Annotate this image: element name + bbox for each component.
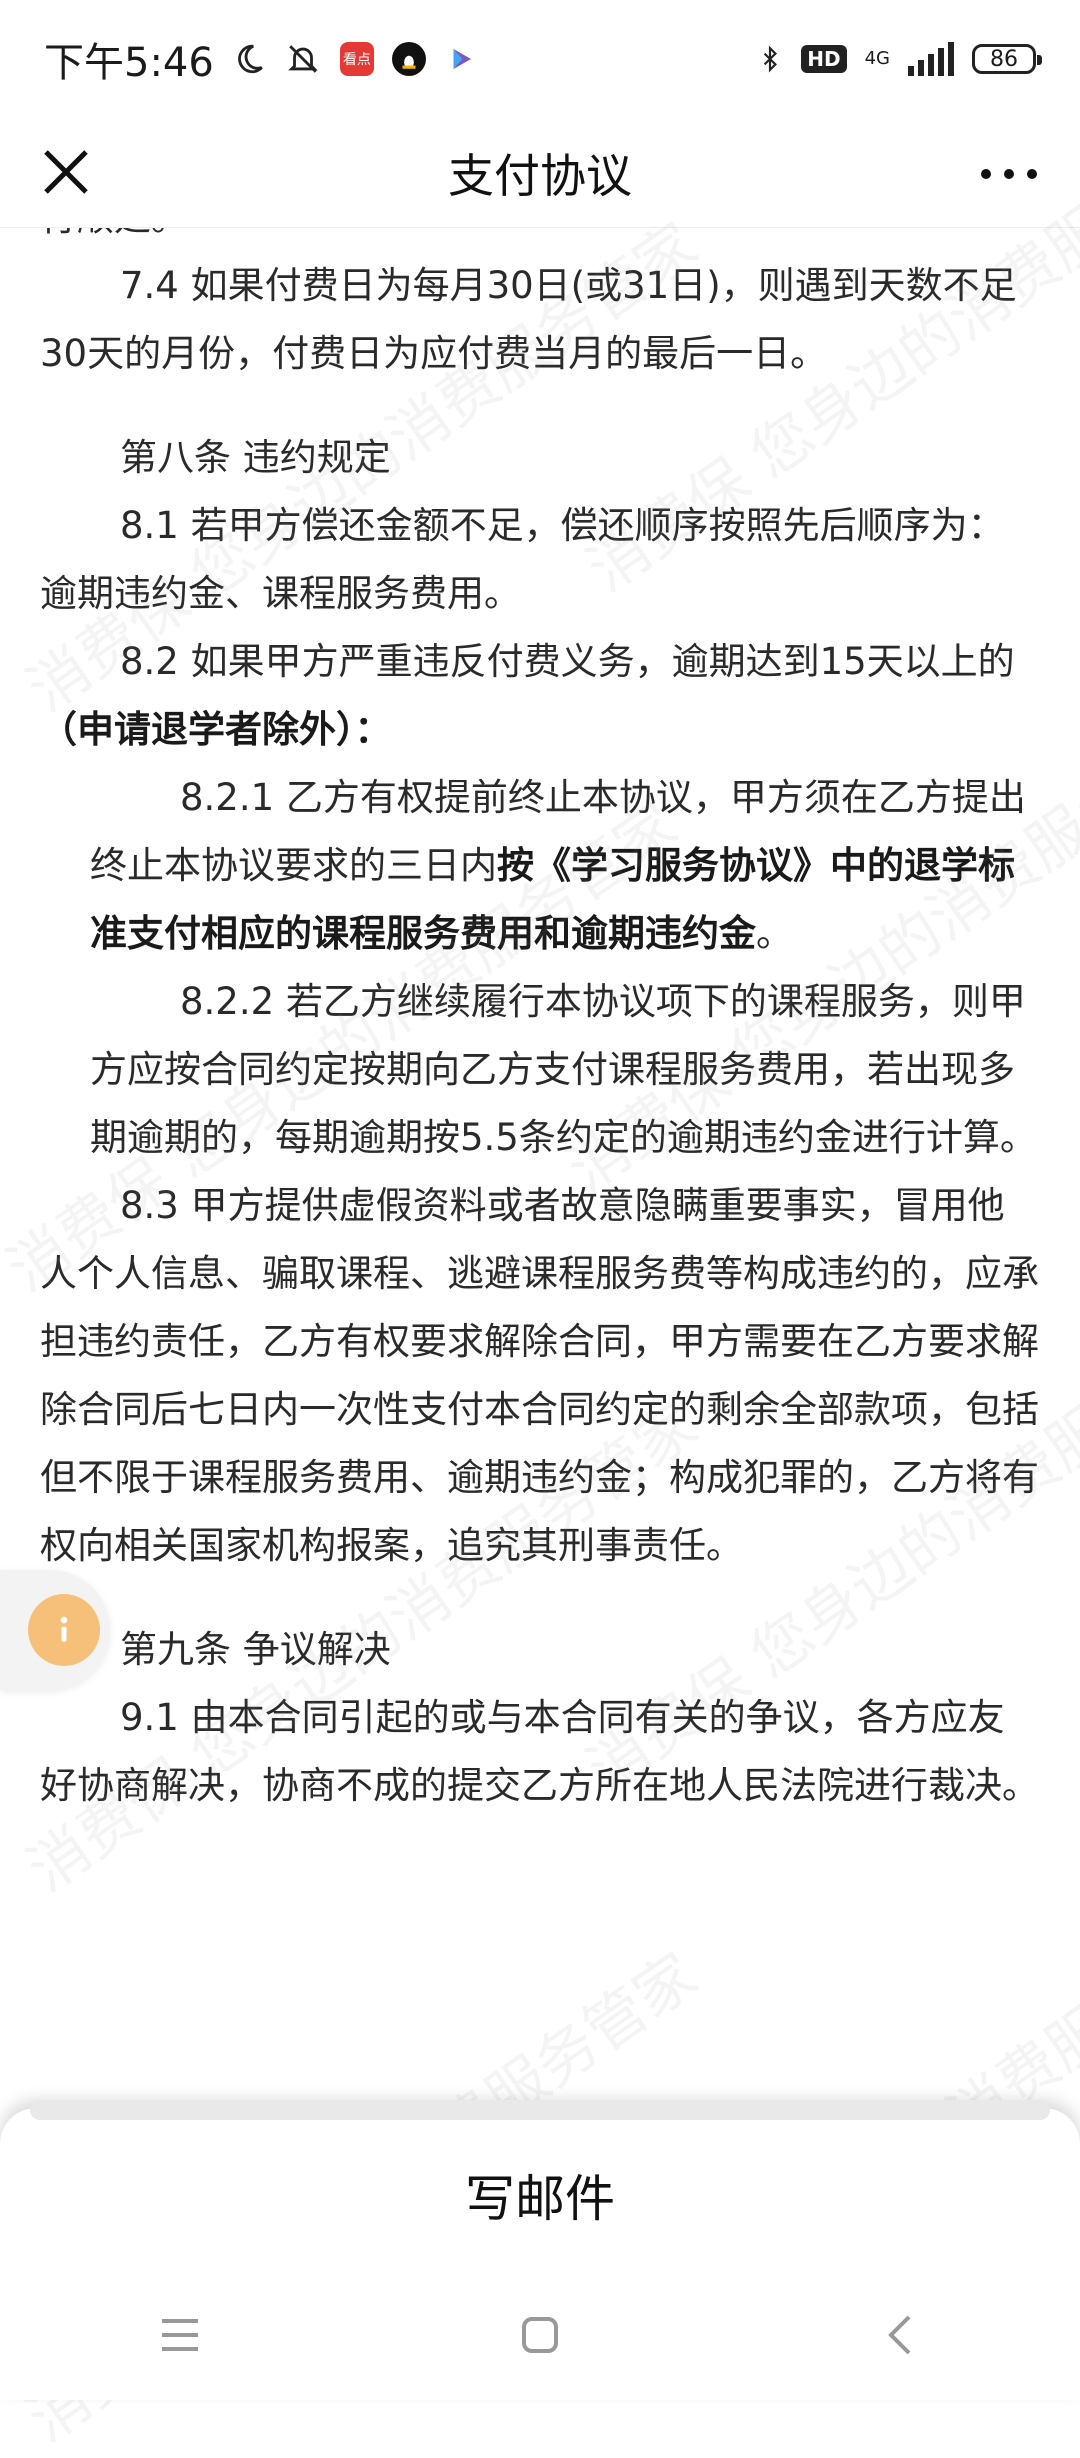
clause-8-2-1: 8.2.1 乙方有权提前终止本协议，甲方须在乙方提出终止本协议要求的三日内按《学… xyxy=(0,764,1080,968)
clause-8-2-bold: （申请退学者除外） xyxy=(40,708,355,751)
clause-8-3: 8.3 甲方提供虚假资料或者故意隐瞒重要事实，冒用他人个人信息、骗取课程、逃避课… xyxy=(40,1184,1039,1567)
nav-bar: 支付协议 xyxy=(0,118,1080,228)
status-bar: 下午5:46 看点 HD 4G 86 xyxy=(0,0,1080,118)
page-title: 支付协议 xyxy=(448,148,632,203)
sheet-handle xyxy=(30,2100,1050,2120)
news-app-icon: 看点 xyxy=(339,42,374,76)
close-button[interactable] xyxy=(38,144,98,204)
video-app-icon xyxy=(444,42,478,76)
clause-8-2-colon: ： xyxy=(354,708,392,751)
agreement-content[interactable]: 行顺延。 7.4 如果付费日为每月30日(或31日)，则遇到天数不足30天的月份… xyxy=(0,228,1080,2108)
system-nav-bar xyxy=(0,2270,1080,2400)
more-button[interactable] xyxy=(974,144,1044,204)
cut-line: 行顺延。 xyxy=(0,228,1080,252)
qq-icon xyxy=(391,42,426,76)
home-button[interactable] xyxy=(500,2295,580,2375)
status-right: HD 4G 86 xyxy=(757,40,1042,78)
section-9-heading: 第九条 争议解决 xyxy=(120,1628,391,1671)
close-icon xyxy=(44,150,88,194)
network-type: 4G xyxy=(864,48,890,69)
battery-icon: 86 xyxy=(972,44,1042,74)
moon-icon xyxy=(237,44,263,74)
menu-button[interactable] xyxy=(140,2295,220,2375)
clause-8-2-text: 8.2 如果甲方严重违反付费义务，逾期达到15天以上的 xyxy=(120,640,1015,683)
back-button[interactable] xyxy=(860,2295,940,2375)
clause-8-2-2: 8.2.2 若乙方继续履行本协议项下的课程服务，则甲方应按合同约定按期向乙方支付… xyxy=(0,968,1080,1172)
menu-icon xyxy=(162,2319,198,2351)
hd-badge: HD xyxy=(801,45,847,73)
mute-notification-icon xyxy=(288,45,318,73)
clause-7-4: 7.4 如果付费日为每月30日(或31日)，则遇到天数不足30天的月份，付费日为… xyxy=(40,264,1017,375)
battery-level: 86 xyxy=(990,46,1018,72)
status-left: 下午5:46 看点 xyxy=(44,30,478,88)
section-8-heading: 第八条 违约规定 xyxy=(120,436,391,479)
clause-8-2-1-end: 。 xyxy=(756,912,793,955)
clause-8-1: 8.1 若甲方偿还金额不足，偿还顺序按照先后顺序为：逾期违约金、课程服务费用。 xyxy=(40,504,1005,615)
clause-8-2-2-text: 8.2.2 若乙方继续履行本协议项下的课程服务，则甲方应按合同约定按期向乙方支付… xyxy=(90,980,1037,1159)
signal-icon xyxy=(908,42,954,76)
clause-8-2: 8.2 如果甲方严重违反付费义务，逾期达到15天以上的 （申请退学者除外）： xyxy=(0,628,1080,764)
clause-9-1: 9.1 由本合同引起的或与本合同有关的争议，各方应友好协商解决，协商不成的提交乙… xyxy=(40,1696,1039,1807)
home-icon xyxy=(522,2317,558,2353)
info-icon xyxy=(28,1594,100,1666)
more-icon xyxy=(981,169,1037,179)
compose-email-button[interactable]: 写邮件 xyxy=(0,2140,1080,2250)
clock: 下午5:46 xyxy=(44,40,214,86)
bluetooth-icon xyxy=(764,45,778,73)
back-icon xyxy=(888,2315,911,2355)
